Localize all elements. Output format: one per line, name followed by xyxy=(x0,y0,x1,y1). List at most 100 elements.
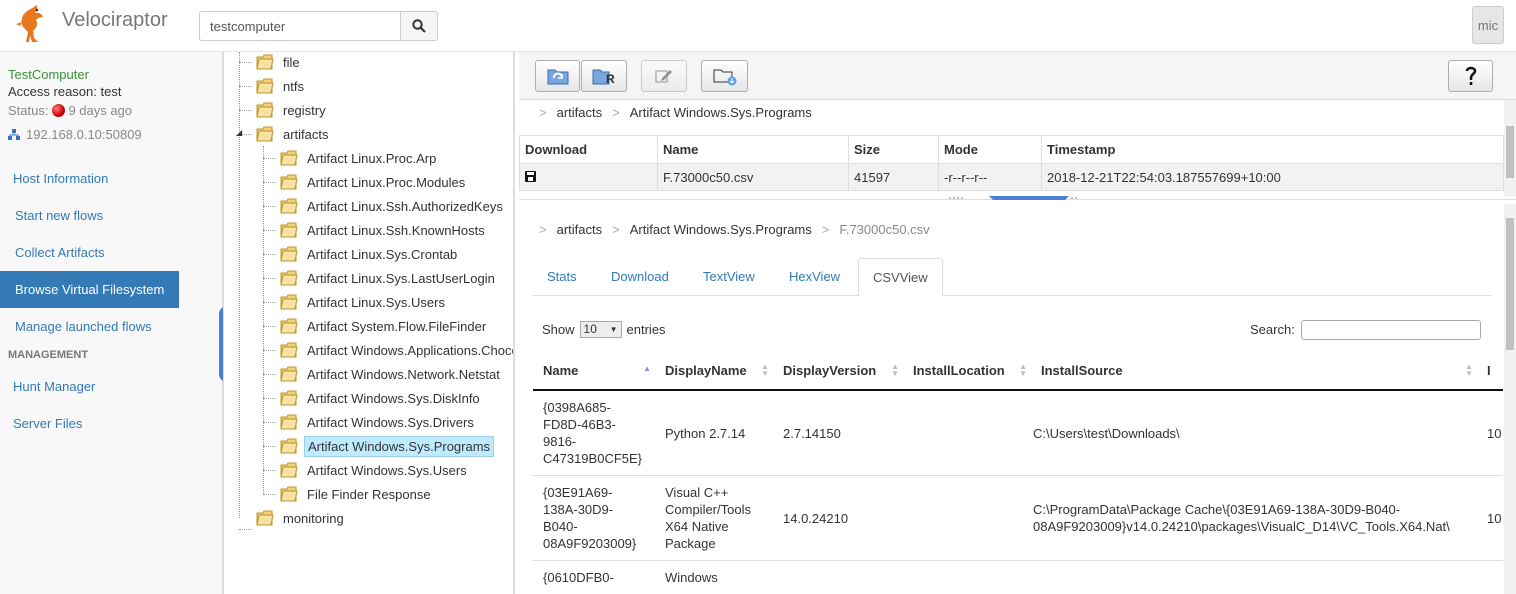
tree-connector xyxy=(263,206,275,207)
tree-node-artifact[interactable]: Artifact Windows.Applications.Choco xyxy=(280,339,513,361)
tree-node-artifact[interactable]: Artifact Windows.Network.Netstat xyxy=(280,363,503,385)
refresh-directory-button[interactable] xyxy=(535,60,580,92)
folder-icon xyxy=(280,486,298,502)
tree-node-artifact[interactable]: Artifact Windows.Sys.Users xyxy=(280,459,470,481)
tree-node-artifact[interactable]: Artifact Linux.Ssh.KnownHosts xyxy=(280,219,488,241)
entries-label: entries xyxy=(626,322,666,337)
nav-start-new-flows[interactable]: Start new flows xyxy=(0,197,179,234)
csv-col-installsource[interactable]: InstallSource ▲ ▼ xyxy=(1031,352,1477,391)
nav-server-files[interactable]: Server Files xyxy=(0,405,179,442)
col-mode[interactable]: Mode xyxy=(938,135,1042,164)
tree-node-artifacts[interactable]: artifacts xyxy=(256,123,332,145)
breadcrumb-artifacts[interactable]: artifacts xyxy=(557,105,603,120)
tree-connector xyxy=(239,62,251,63)
csv-table: Name ▲ DisplayName ▲ ▼ DisplayVersion ▲ ▼ Ins… xyxy=(533,352,1503,594)
csv-cell-displayversion: 14.0.24210 xyxy=(773,475,903,561)
tree-node-monitoring[interactable]: monitoring xyxy=(256,507,347,529)
brand-title[interactable]: Velociraptor xyxy=(62,9,168,32)
tree-node-artifact[interactable]: Artifact Linux.Proc.Arp xyxy=(280,147,439,169)
csv-search-input[interactable] xyxy=(1301,320,1481,340)
velociraptor-logo-icon[interactable] xyxy=(12,2,48,44)
tree-node-label: registry xyxy=(283,102,326,118)
folder-download-icon xyxy=(713,69,736,86)
file-view-scrollbar[interactable] xyxy=(1504,204,1516,594)
tree-node-artifact[interactable]: Artifact Linux.Ssh.AuthorizedKeys xyxy=(280,195,506,217)
csv-col-name[interactable]: Name ▲ xyxy=(533,352,655,391)
csv-cell-installlocation xyxy=(903,390,1031,476)
file-name-cell[interactable]: F.73000c50.csv xyxy=(657,163,849,191)
tree-node-label: File Finder Response xyxy=(307,486,431,502)
tab-download[interactable]: Download xyxy=(597,258,683,296)
download-cell[interactable] xyxy=(519,163,658,191)
tree-node-label: Artifact Windows.Sys.DiskInfo xyxy=(307,390,480,406)
csv-col-next[interactable]: I xyxy=(1477,352,1503,391)
nav-browse-virtual-filesystem[interactable]: Browse Virtual Filesystem xyxy=(0,271,179,308)
floppy-disk-icon[interactable] xyxy=(525,170,536,182)
scrollbar-thumb[interactable] xyxy=(1506,126,1514,178)
tab-textview[interactable]: TextView xyxy=(689,258,769,296)
folder-icon xyxy=(280,222,298,238)
table-row[interactable]: {0610DFB0- Windows xyxy=(533,560,1503,594)
nav-manage-launched-flows[interactable]: Manage launched flows xyxy=(0,308,179,345)
csv-cell-displayname-line: Windows xyxy=(665,570,718,585)
tab-csvview[interactable]: CSVView xyxy=(858,258,943,297)
nav-host-information[interactable]: Host Information xyxy=(0,160,179,197)
table-row[interactable]: {03E91A69- 138A-30D9- B040- 08A9F9203009} Vi… xyxy=(533,475,1503,561)
scrollbar-thumb[interactable] xyxy=(1506,218,1514,350)
tree-expanded-icon[interactable]: ◢ xyxy=(236,128,242,137)
ip-address: 192.168.0.10:50809 xyxy=(26,127,142,142)
col-timestamp[interactable]: Timestamp xyxy=(1041,135,1504,164)
table-row[interactable]: F.73000c50.csv 41597 -r--r--r-- 2018-12-… xyxy=(519,163,1504,191)
tree-node-artifact[interactable]: Artifact Linux.Sys.LastUserLogin xyxy=(280,267,498,289)
tree-node-artifact[interactable]: Artifact Windows.Sys.Drivers xyxy=(280,411,477,433)
search-button[interactable] xyxy=(400,11,438,41)
csv-col-displayname[interactable]: DisplayName ▲ ▼ xyxy=(655,352,773,391)
help-button[interactable] xyxy=(1448,60,1493,92)
csv-col-installlocation[interactable]: InstallLocation ▲ ▼ xyxy=(903,352,1031,391)
col-size[interactable]: Size xyxy=(848,135,939,164)
tree-node-registry[interactable]: registry xyxy=(256,99,329,121)
csv-table-body: {0398A685- FD8D-46B3- 9816- C47319B0CF5E} Py… xyxy=(533,390,1503,594)
vfs-main-panel: R > artifacts > Artifact Windows.Sys.Pro… xyxy=(519,52,1516,594)
tree-node-artifact[interactable]: Artifact Windows.Sys.DiskInfo xyxy=(280,387,483,409)
tree-node-artifact[interactable]: Artifact Linux.Sys.Crontab xyxy=(280,243,460,265)
csv-col-displayversion[interactable]: DisplayVersion ▲ ▼ xyxy=(773,352,903,391)
tree-node-artifact[interactable]: Artifact Windows.Sys.Programs xyxy=(280,435,495,457)
search-input[interactable] xyxy=(199,11,401,41)
folder-icon xyxy=(256,126,274,142)
edit-button[interactable] xyxy=(641,60,687,92)
tab-stats[interactable]: Stats xyxy=(533,258,591,296)
user-menu-button[interactable]: mic xyxy=(1472,6,1504,44)
csv-cell-installlocation xyxy=(903,560,1031,594)
horizontal-splitter[interactable] xyxy=(519,196,1516,204)
tree-node-file[interactable]: file xyxy=(256,52,303,73)
csv-cell-displayname: Python 2.7.14 xyxy=(655,390,773,476)
breadcrumb-programs[interactable]: Artifact Windows.Sys.Programs xyxy=(630,105,812,120)
folder-icon xyxy=(256,510,274,526)
vfs-tree: file ntfs registry artifacts ◢ Artifact Linux… xyxy=(228,52,514,594)
breadcrumb-separator: > xyxy=(539,105,547,120)
tree-connector xyxy=(263,302,275,303)
tab-hexview[interactable]: HexView xyxy=(775,258,854,296)
tree-node-artifact[interactable]: Artifact Linux.Proc.Modules xyxy=(280,171,468,193)
tree-node-artifact[interactable]: Artifact System.Flow.FileFinder xyxy=(280,315,489,337)
breadcrumb-programs[interactable]: Artifact Windows.Sys.Programs xyxy=(630,222,812,237)
collect-from-client-button[interactable] xyxy=(701,60,748,92)
csv-cell-next: 10 xyxy=(1477,390,1503,476)
entries-select[interactable]: 10 xyxy=(579,321,622,338)
tree-node-artifact[interactable]: Artifact Linux.Sys.Users xyxy=(280,291,448,313)
tree-node-artifact[interactable]: File Finder Response xyxy=(280,483,434,505)
nav-hunt-manager[interactable]: Hunt Manager xyxy=(0,368,179,405)
recursive-refresh-button[interactable]: R xyxy=(581,60,627,92)
nav-collect-artifacts[interactable]: Collect Artifacts xyxy=(0,234,179,271)
col-name[interactable]: Name xyxy=(657,135,849,164)
table-row[interactable]: {0398A685- FD8D-46B3- 9816- C47319B0CF5E} Py… xyxy=(533,390,1503,476)
tree-node-label: Artifact Linux.Ssh.AuthorizedKeys xyxy=(307,198,503,214)
file-list-scrollbar[interactable] xyxy=(1504,100,1516,196)
folder-icon xyxy=(280,342,298,358)
csv-cell-name-line: FD8D-46B3- xyxy=(543,417,616,432)
breadcrumb-artifacts[interactable]: artifacts xyxy=(557,222,603,237)
col-download[interactable]: Download xyxy=(519,135,658,164)
csv-col-installsource-label: InstallSource xyxy=(1041,363,1123,378)
tree-node-ntfs[interactable]: ntfs xyxy=(256,75,307,97)
